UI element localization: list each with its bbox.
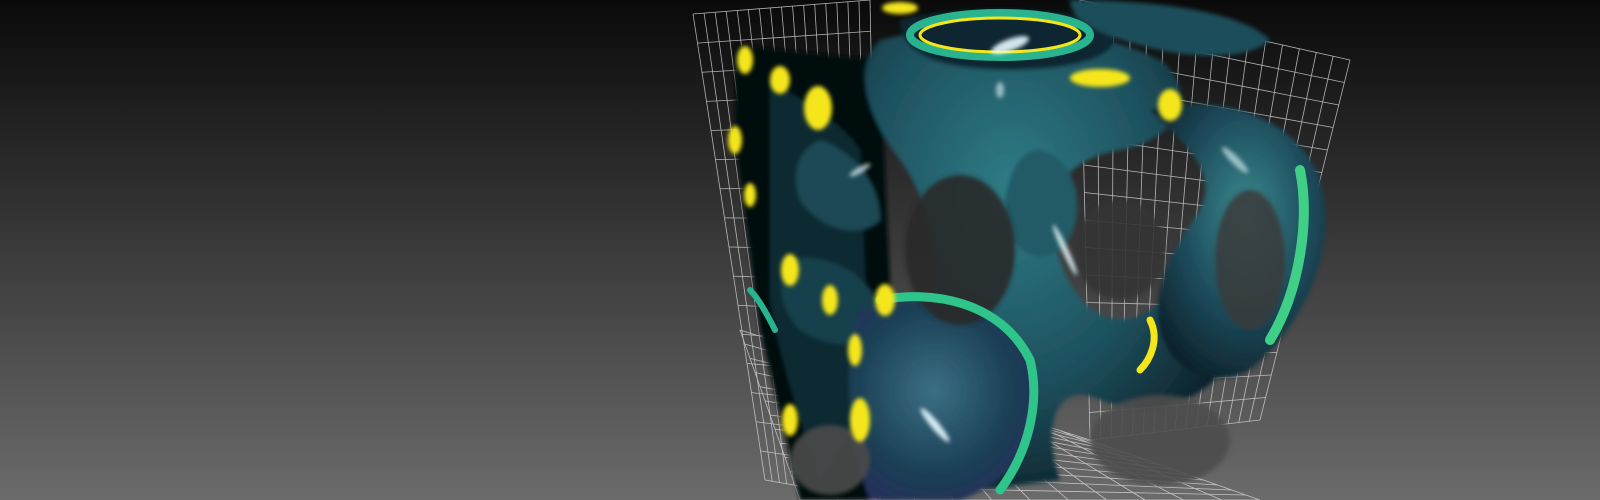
- render-viewport: [0, 0, 1600, 500]
- gyroid-render: [0, 0, 1600, 500]
